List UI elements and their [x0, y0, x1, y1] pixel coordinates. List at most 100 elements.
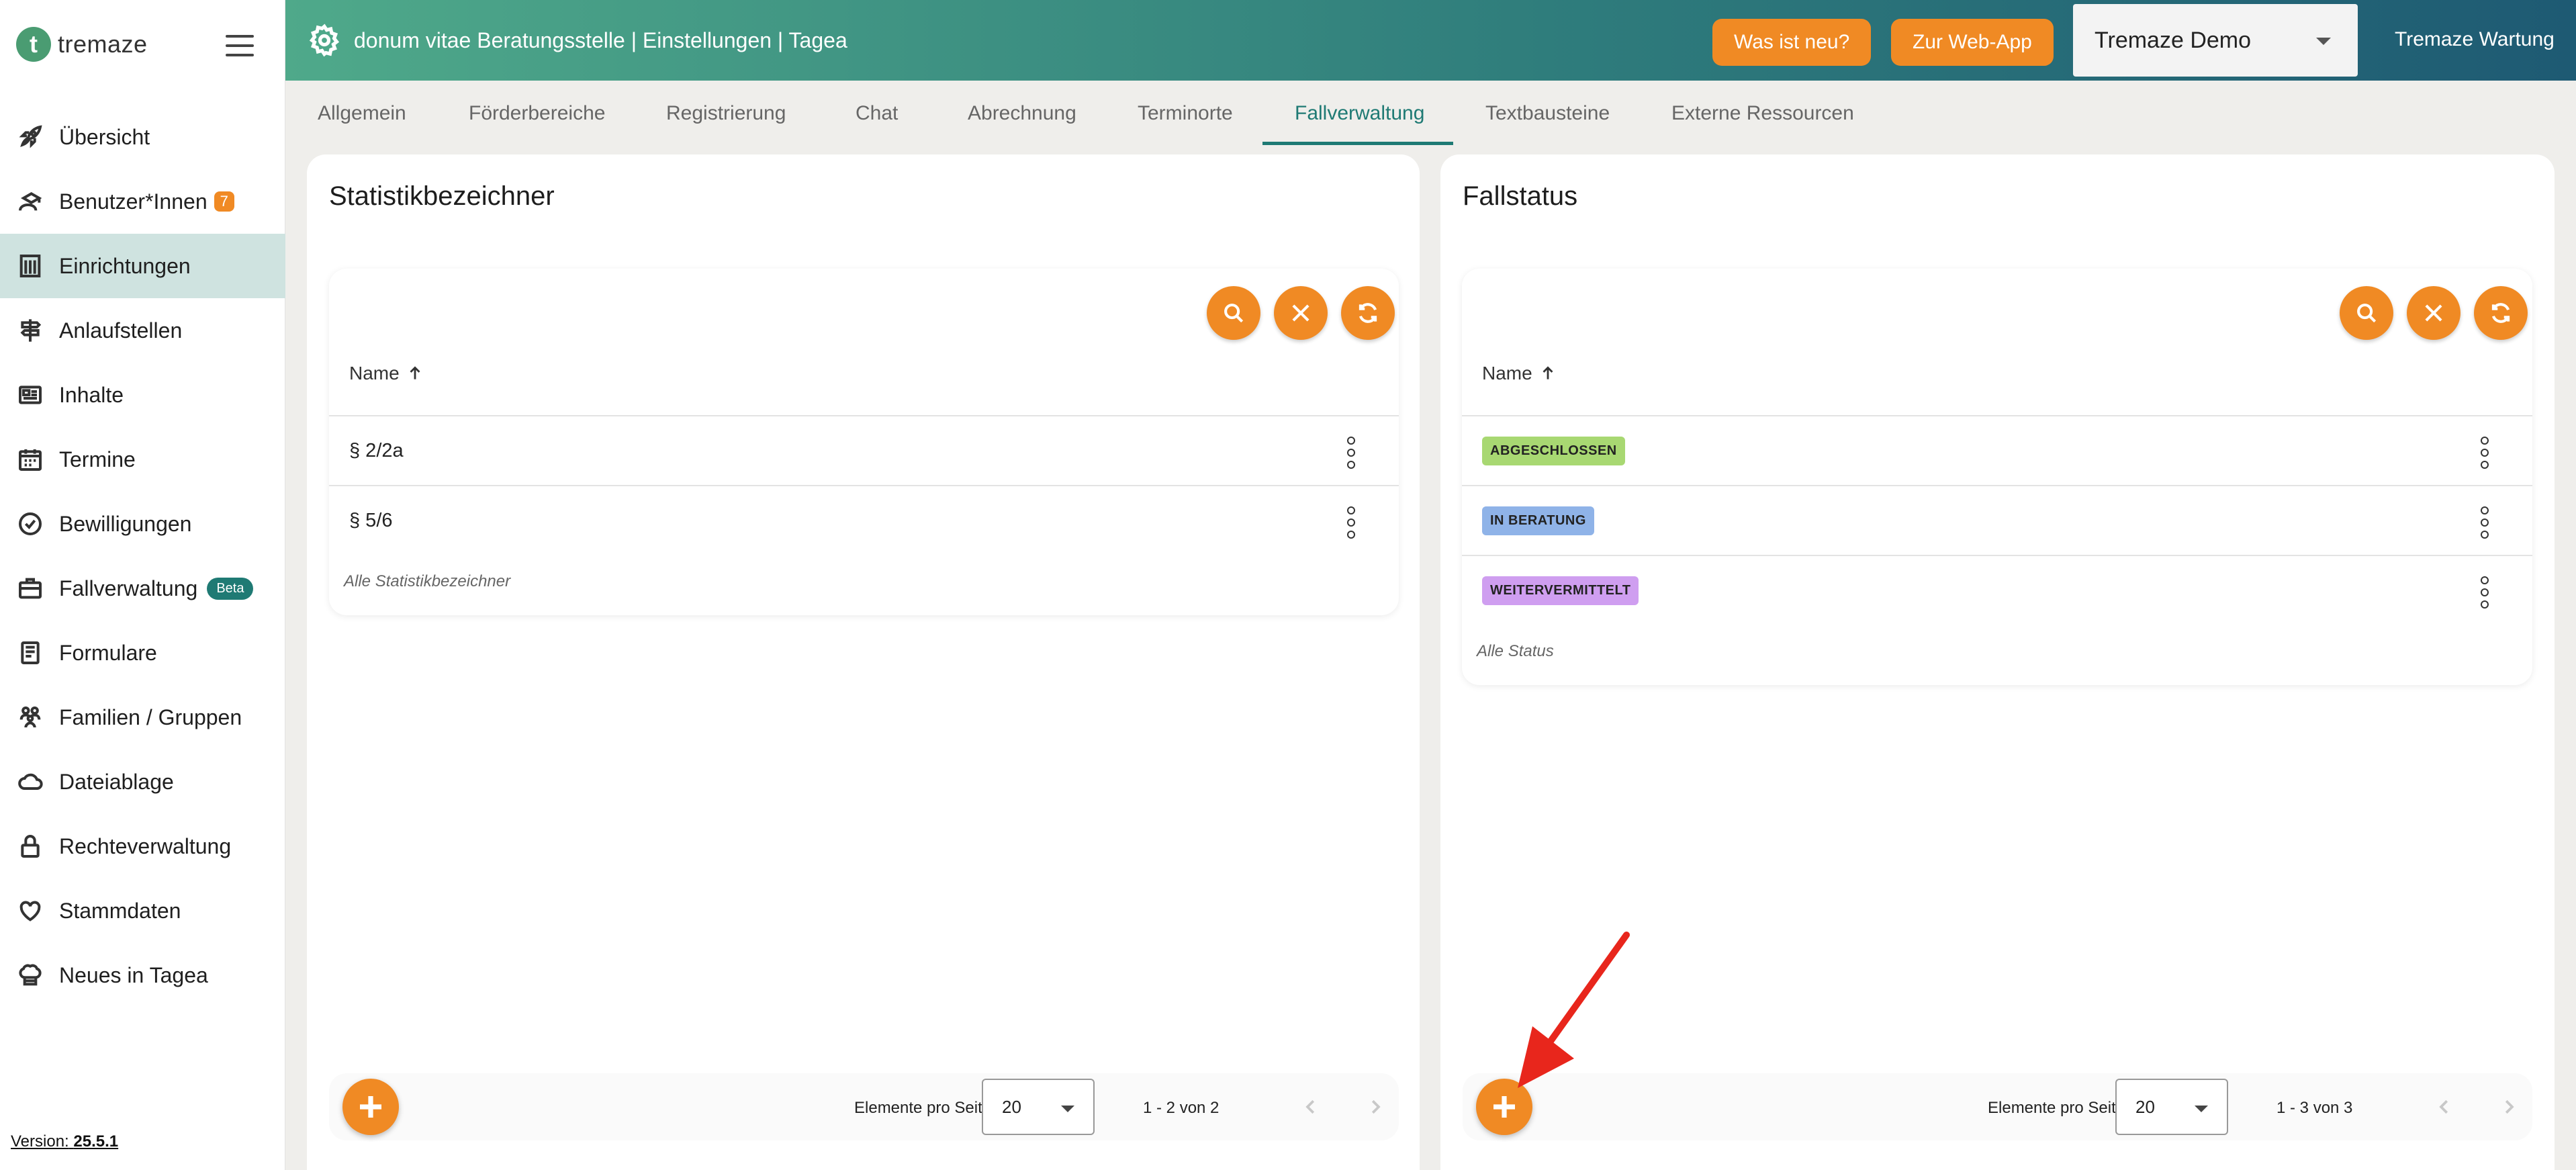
sidebar-item-label: Bewilligungen	[59, 511, 192, 536]
menu-toggle-icon[interactable]	[226, 35, 254, 56]
table-caption: Alle Status	[1477, 642, 1554, 660]
previous-page-button[interactable]	[1297, 1093, 1324, 1120]
name-column-header[interactable]: Name	[349, 363, 424, 384]
briefcase-icon	[16, 574, 44, 602]
close-icon	[1292, 304, 1309, 322]
sidebar-item-anlaufstellen[interactable]: Anlaufstellen	[0, 298, 285, 363]
sidebar-item-einrichtungen[interactable]: Einrichtungen	[0, 234, 285, 298]
add-button[interactable]	[1476, 1079, 1532, 1135]
items-per-page-label: Elemente pro Seite	[1988, 1099, 2125, 1117]
name-column-header[interactable]: Name	[1482, 363, 1557, 384]
more-options-icon[interactable]	[1346, 506, 1356, 539]
fallstatus-table: Name ABGESCHLOSSEN IN BERATUNG WEITERVER…	[1462, 269, 2532, 685]
sidebar-item-termine[interactable]: Termine	[0, 427, 285, 492]
chevron-down-icon	[2195, 1106, 2208, 1112]
refresh-button[interactable]	[1341, 286, 1395, 340]
previous-page-button[interactable]	[2431, 1093, 2458, 1120]
items-per-page-select[interactable]: 20	[2115, 1079, 2228, 1135]
sidebar-item-dateiablage[interactable]: Dateiablage	[0, 750, 285, 814]
tab-externe-ressourcen[interactable]: Externe Ressourcen	[1671, 81, 1854, 146]
sidebar-item-familien[interactable]: Familien / Gruppen	[0, 685, 285, 750]
sidebar-item-neues-in-tagea[interactable]: Neues in Tagea	[0, 943, 285, 1007]
table-body: § 2/2a § 5/6	[329, 415, 1399, 555]
table-row[interactable]: IN BERATUNG	[1462, 485, 2532, 555]
sidebar-item-label: Inhalte	[59, 382, 124, 407]
more-options-icon[interactable]	[2480, 437, 2489, 469]
more-options-icon[interactable]	[2480, 576, 2489, 609]
sidebar-item-label: Benutzer*Innen	[59, 189, 208, 214]
tab-registrierung[interactable]: Registrierung	[666, 81, 786, 146]
sidebar-item-inhalte[interactable]: Inhalte	[0, 363, 285, 427]
refresh-icon	[1359, 303, 1377, 323]
refresh-button[interactable]	[2474, 286, 2528, 340]
sidebar-item-label: Einrichtungen	[59, 253, 191, 278]
sidebar-item-label: Stammdaten	[59, 898, 181, 923]
users-icon	[16, 187, 44, 216]
tab-abrechnung[interactable]: Abrechnung	[968, 81, 1076, 146]
sidebar-item-label: Dateiablage	[59, 769, 174, 794]
sidebar-item-fallverwaltung[interactable]: Fallverwaltung Beta	[0, 556, 285, 621]
whats-new-button[interactable]: Was ist neu?	[1712, 19, 1872, 66]
newspaper-icon	[16, 381, 44, 409]
tab-allgemein[interactable]: Allgemein	[318, 81, 406, 146]
table-footer: Elemente pro Seite 20 1 - 2 von 2	[329, 1073, 1399, 1140]
chevron-down-icon	[2316, 38, 2331, 45]
sidebar-item-stammdaten[interactable]: Stammdaten	[0, 879, 285, 943]
column-header-label: Name	[349, 363, 400, 384]
tab-terminorte[interactable]: Terminorte	[1138, 81, 1233, 146]
version-info[interactable]: Version: 25.5.1	[11, 1132, 118, 1151]
search-button[interactable]	[2340, 286, 2393, 340]
sidebar-item-label: Familien / Gruppen	[59, 705, 242, 729]
close-icon	[2425, 304, 2442, 322]
more-options-icon[interactable]	[2480, 506, 2489, 539]
search-button[interactable]	[1207, 286, 1260, 340]
sidebar-item-label: Anlaufstellen	[59, 318, 183, 343]
next-page-button[interactable]	[2495, 1093, 2522, 1120]
sidebar-item-bewilligungen[interactable]: Bewilligungen	[0, 492, 285, 556]
sidebar-item-benutzer[interactable]: Benutzer*Innen 7	[0, 169, 285, 234]
pagination-range: 1 - 3 von 3	[2276, 1099, 2353, 1117]
column-header-label: Name	[1482, 363, 1532, 384]
table-footer: Elemente pro Seite 20 1 - 3 von 3	[1463, 1073, 2532, 1140]
version-number: 25.5.1	[73, 1132, 119, 1151]
active-tab-indicator	[1262, 142, 1453, 145]
add-button[interactable]	[342, 1079, 399, 1135]
sidebar-item-label: Neues in Tagea	[59, 962, 208, 987]
organization-select[interactable]: Tremaze Demo	[2073, 4, 2358, 77]
items-per-page-value: 20	[1002, 1096, 1021, 1117]
items-per-page-select[interactable]: 20	[982, 1079, 1095, 1135]
more-options-icon[interactable]	[1346, 437, 1356, 469]
table-body: ABGESCHLOSSEN IN BERATUNG WEITERVERMITTE…	[1462, 415, 2532, 625]
tremaze-logo[interactable]: t tremaze	[16, 27, 148, 62]
items-per-page-value: 20	[2135, 1096, 2155, 1117]
clear-filter-button[interactable]	[2407, 286, 2460, 340]
items-per-page-label: Elemente pro Seite	[854, 1099, 992, 1117]
logo-mark: t	[16, 27, 51, 62]
sidebar-item-label: Rechteverwaltung	[59, 834, 232, 858]
sidebar-item-uebersicht[interactable]: Übersicht	[0, 105, 285, 169]
table-row[interactable]: ABGESCHLOSSEN	[1462, 415, 2532, 485]
table-row[interactable]: WEITERVERMITTELT	[1462, 555, 2532, 625]
tab-foerderbereiche[interactable]: Förderbereiche	[469, 81, 605, 146]
tab-fallverwaltung[interactable]: Fallverwaltung	[1295, 81, 1424, 146]
next-page-button[interactable]	[1362, 1093, 1389, 1120]
clear-filter-button[interactable]	[1274, 286, 1328, 340]
web-app-button[interactable]: Zur Web-App	[1891, 19, 2054, 66]
tab-textbausteine[interactable]: Textbausteine	[1485, 81, 1610, 146]
settings-gear-icon	[307, 23, 342, 58]
chef-hat-icon	[16, 961, 44, 989]
rocket-icon	[16, 123, 44, 151]
sidebar-item-formulare[interactable]: Formulare	[0, 621, 285, 685]
sort-ascending-icon	[410, 366, 420, 379]
table-row[interactable]: § 5/6	[329, 485, 1399, 555]
search-icon	[2357, 304, 2377, 323]
status-badge: IN BERATUNG	[1482, 506, 1594, 535]
tab-chat[interactable]: Chat	[856, 81, 898, 146]
maintenance-link[interactable]: Tremaze Wartung	[2395, 28, 2555, 51]
pagination-range: 1 - 2 von 2	[1143, 1099, 1220, 1117]
sidebar-item-rechteverwaltung[interactable]: Rechteverwaltung	[0, 814, 285, 879]
sidebar-nav: Übersicht Benutzer*Innen 7 Einrichtungen…	[0, 105, 285, 1007]
signpost-icon	[16, 316, 44, 345]
table-row[interactable]: § 2/2a	[329, 415, 1399, 485]
sidebar-item-label: Fallverwaltung	[59, 576, 198, 600]
